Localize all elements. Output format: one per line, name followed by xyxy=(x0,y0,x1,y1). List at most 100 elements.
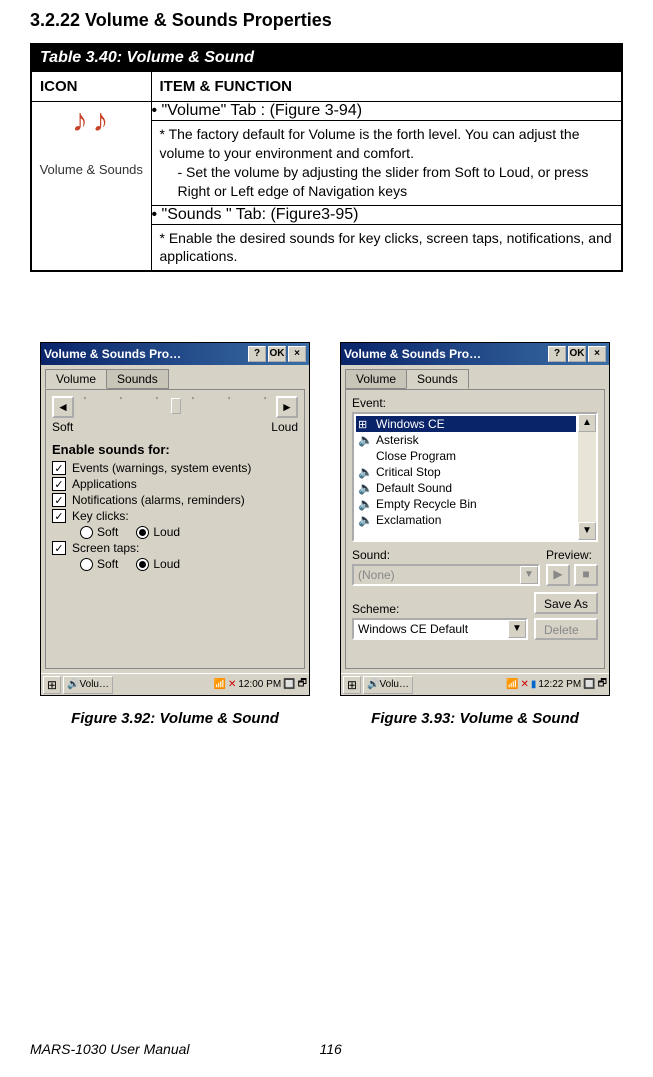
soft-label: Soft xyxy=(52,420,73,434)
scheme-dropdown-value: Windows CE Default xyxy=(354,622,508,636)
scroll-down-button[interactable]: ▼ xyxy=(578,522,596,540)
chevron-down-icon[interactable]: ▼ xyxy=(508,620,526,638)
sound-dropdown-value: (None) xyxy=(354,568,520,582)
tray-icon-4[interactable]: 🗗 xyxy=(598,676,607,693)
sounds-desc-cell: * Enable the desired sounds for key clic… xyxy=(151,224,622,271)
play-button[interactable]: ▶ xyxy=(546,564,570,586)
screen-soft-radio[interactable] xyxy=(80,558,93,571)
sounds-tab-label: • "Sounds " Tab: (Figure3-95) xyxy=(152,206,359,223)
screen-loud-radio[interactable] xyxy=(136,558,149,571)
tab-sounds-2[interactable]: Sounds xyxy=(406,369,469,389)
start-button-2[interactable]: ⊞ xyxy=(343,676,361,694)
key-soft-radio[interactable] xyxy=(80,526,93,539)
applications-label: Applications xyxy=(72,477,137,491)
taskbar-app[interactable]: 🔊 Volu… xyxy=(63,676,113,694)
close-button[interactable]: × xyxy=(288,346,306,362)
stop-button[interactable]: ■ xyxy=(574,564,598,586)
list-item[interactable]: 🔈 Asterisk xyxy=(356,432,576,448)
figure-caption-2: Figure 3.93: Volume & Sound xyxy=(340,710,610,727)
list-item[interactable]: 🔈 Close Program xyxy=(356,448,576,464)
volume-right-button[interactable]: ► xyxy=(276,396,298,418)
manual-name: MARS-1030 User Manual xyxy=(30,1041,190,1057)
keyclicks-checkbox[interactable]: ✓ xyxy=(52,509,66,523)
volume-left-button[interactable]: ◄ xyxy=(52,396,74,418)
tray-icon-3[interactable]: 🔲 xyxy=(583,679,595,690)
tab-sounds[interactable]: Sounds xyxy=(106,369,169,389)
battery-icon[interactable]: ▮ xyxy=(531,679,537,690)
close-button-2[interactable]: × xyxy=(588,346,606,362)
tray-icon[interactable]: 📶 xyxy=(506,679,518,690)
window-title: Volume & Sounds Pro… xyxy=(44,347,246,361)
table-title: Table 3.40: Volume & Sound xyxy=(31,44,622,72)
col-item-header: ITEM & FUNCTION xyxy=(151,72,622,102)
key-loud-radio[interactable] xyxy=(136,526,149,539)
tray-icon-4[interactable]: 🗗 xyxy=(298,676,307,693)
tray-icon[interactable]: 📶 xyxy=(214,679,226,690)
icon-label: Volume & Sounds xyxy=(38,162,145,177)
list-item[interactable]: 🔈 Default Sound xyxy=(356,480,576,496)
applications-checkbox[interactable]: ✓ xyxy=(52,477,66,491)
delete-button[interactable]: Delete xyxy=(534,618,598,640)
titlebar: Volume & Sounds Pro… ? OK × xyxy=(41,343,309,365)
ok-button[interactable]: OK xyxy=(268,346,286,362)
events-checkbox[interactable]: ✓ xyxy=(52,461,66,475)
page-footer: MARS-1030 User Manual 116 xyxy=(30,1041,623,1057)
taskbar-clock-2: 12:22 PM xyxy=(538,679,581,690)
help-button[interactable]: ? xyxy=(248,346,266,362)
key-soft-label: Soft xyxy=(97,525,118,539)
list-item-label: Empty Recycle Bin xyxy=(376,497,477,511)
keyclicks-label: Key clicks: xyxy=(72,509,129,523)
tab-volume-2[interactable]: Volume xyxy=(345,369,407,389)
titlebar-2: Volume & Sounds Pro… ? OK × xyxy=(341,343,609,365)
scheme-dropdown[interactable]: Windows CE Default ▼ xyxy=(352,618,528,640)
chevron-down-icon[interactable]: ▼ xyxy=(520,566,538,584)
scroll-up-button[interactable]: ▲ xyxy=(578,414,596,432)
screentaps-label: Screen taps: xyxy=(72,541,139,555)
ok-button-2[interactable]: OK xyxy=(568,346,586,362)
enable-sounds-label: Enable sounds for: xyxy=(52,442,298,457)
notifications-checkbox[interactable]: ✓ xyxy=(52,493,66,507)
col-icon-header: ICON xyxy=(31,72,151,102)
list-item-label: Asterisk xyxy=(376,433,419,447)
screen-loud-label: Loud xyxy=(153,557,180,571)
taskbar-app-2[interactable]: 🔊 Volu… xyxy=(363,676,413,694)
notifications-label: Notifications (alarms, reminders) xyxy=(72,493,245,507)
event-label: Event: xyxy=(352,396,598,410)
volume-desc-cell: * The factory default for Volume is the … xyxy=(151,121,622,206)
window-title-2: Volume & Sounds Pro… xyxy=(344,347,546,361)
list-item[interactable]: 🔈 Empty Recycle Bin xyxy=(356,496,576,512)
sounds-tab-row: • "Sounds " Tab: (Figure3-95) xyxy=(151,205,622,224)
list-item-windows-ce[interactable]: ⊞ Windows CE xyxy=(356,416,576,432)
volume-window: Volume & Sounds Pro… ? OK × Volume Sound… xyxy=(40,342,310,696)
volume-slider[interactable]: '''''' xyxy=(80,396,270,418)
tab-volume[interactable]: Volume xyxy=(45,369,107,389)
speaker-icon: 🔈 xyxy=(358,513,372,527)
help-button-2[interactable]: ? xyxy=(548,346,566,362)
speaker-icon: 🔊 xyxy=(67,679,79,690)
speaker-icon: 🔈 xyxy=(358,465,372,479)
list-item[interactable]: 🔈 Exclamation xyxy=(356,512,576,528)
screentaps-checkbox[interactable]: ✓ xyxy=(52,541,66,555)
tray-icon-2[interactable]: ✕ xyxy=(228,679,236,690)
tray-icon-2[interactable]: ✕ xyxy=(520,679,528,690)
volume-tab-row: • "Volume" Tab : (Figure 3-94) xyxy=(151,102,622,121)
listbox-scrollbar[interactable]: ▲ ▼ xyxy=(578,414,596,540)
start-button[interactable]: ⊞ xyxy=(43,676,61,694)
icon-cell: Volume & Sounds xyxy=(31,102,151,272)
tray-icon-3[interactable]: 🔲 xyxy=(283,679,295,690)
list-item-label: Default Sound xyxy=(376,481,452,495)
volume-desc-sub: - Set the volume by adjusting the slider… xyxy=(160,163,614,201)
section-heading: 3.2.22 Volume & Sounds Properties xyxy=(30,10,623,31)
event-listbox[interactable]: ⊞ Windows CE 🔈 Asterisk 🔈 Close Program xyxy=(352,412,598,542)
volume-tab-label: • "Volume" Tab : (Figure 3-94) xyxy=(152,102,363,119)
sound-dropdown[interactable]: (None) ▼ xyxy=(352,564,540,586)
taskbar-app-label-2: Volu… xyxy=(380,679,409,690)
events-label: Events (warnings, system events) xyxy=(72,461,251,475)
save-as-button[interactable]: Save As xyxy=(534,592,598,614)
taskbar-2: ⊞ 🔊 Volu… 📶 ✕ ▮ 12:22 PM 🔲 🗗 xyxy=(341,673,609,695)
list-item[interactable]: 🔈 Critical Stop xyxy=(356,464,576,480)
speaker-icon: 🔈 xyxy=(358,481,372,495)
taskbar-app-label: Volu… xyxy=(80,679,109,690)
key-loud-label: Loud xyxy=(153,525,180,539)
list-item-label: Exclamation xyxy=(376,513,441,527)
